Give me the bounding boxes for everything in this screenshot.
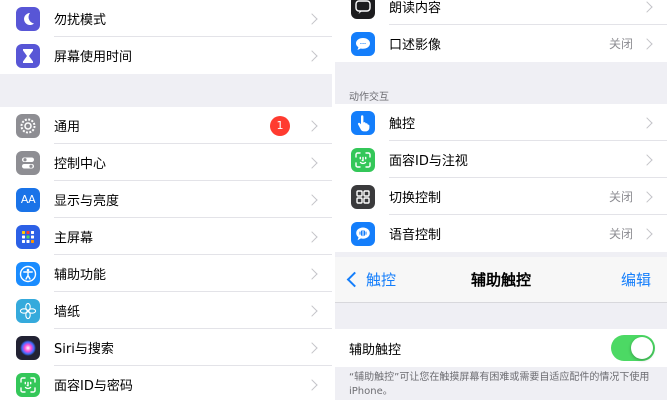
assistive-touch-toggle[interactable] (611, 335, 655, 361)
settings-row[interactable]: Siri与搜索 (0, 329, 332, 366)
assistive-touch-row: 辅助触控 (335, 329, 667, 367)
settings-row-value: 关闭 (608, 190, 633, 204)
face-id-icon (351, 147, 375, 172)
chevron-right-icon (641, 227, 653, 240)
settings-row-label: 辅助功能 (54, 268, 107, 283)
settings-row[interactable]: 面容ID与注视 (335, 141, 667, 178)
gear-icon (16, 113, 40, 138)
settings-row[interactable]: 屏幕使用时间 (0, 37, 332, 74)
flower-icon (16, 298, 40, 323)
settings-row[interactable]: 辅助功能 (0, 255, 332, 292)
chevron-right-icon (306, 119, 318, 132)
vision-group: 朗读内容 ··· 口述影像 关闭 (335, 0, 667, 62)
chevron-right-icon (306, 267, 318, 280)
accessibility-panel: 朗读内容 ··· 口述影像 关闭 动作交互 触控 面容ID与注视 切换控制 关闭 语音控制 关闭… (335, 0, 667, 400)
settings-group-1: 勿扰模式屏幕使用时间 (0, 0, 332, 74)
chevron-right-icon (641, 116, 653, 129)
chevron-right-icon (641, 37, 653, 50)
settings-row[interactable]: 面容ID与密码 (0, 366, 332, 400)
settings-row-label: 朗读内容 (389, 1, 442, 16)
settings-row-value: 关闭 (608, 37, 633, 51)
icon-glyph: AA (20, 193, 36, 206)
settings-row-label: 通用 (54, 120, 81, 135)
chevron-right-icon (306, 304, 318, 317)
settings-row[interactable]: 朗读内容 (335, 0, 667, 25)
settings-panel: 勿扰模式屏幕使用时间 通用 1 控制中心 AA 显示与亮度主屏幕辅助功能墙纸 Siri与搜… (0, 0, 332, 400)
settings-row-label: 屏幕使用时间 (54, 50, 133, 65)
chevron-right-icon (306, 12, 318, 25)
face-id-icon (16, 372, 40, 397)
chevron-right-icon (641, 0, 653, 13)
settings-row-label: 面容ID与密码 (54, 379, 133, 394)
back-label: 触控 (366, 271, 397, 289)
chevron-right-icon (641, 190, 653, 203)
settings-group-2: 通用 1 控制中心 AA 显示与亮度主屏幕辅助功能墙纸 Siri与搜索面容ID与密码 (0, 107, 332, 400)
text-size-icon: AA (16, 187, 40, 212)
nav-bar: 触控 辅助触控 编辑 (335, 257, 667, 303)
home-grid-icon (16, 224, 40, 249)
settings-row[interactable]: 墙纸 (0, 292, 332, 329)
settings-row[interactable]: 触控 (335, 104, 667, 141)
settings-row-label: 显示与亮度 (54, 194, 120, 209)
moon-icon (16, 6, 40, 31)
assistive-touch-footnote: “辅助触控”可让您在触摸屏幕有困难或需要自适应配件的情况下使用iPhone。 (349, 372, 650, 397)
settings-row-label: 主屏幕 (54, 231, 94, 246)
settings-row[interactable]: 控制中心 (0, 144, 332, 181)
settings-row-label: 控制中心 (54, 157, 107, 172)
chevron-right-icon (306, 193, 318, 206)
chevron-right-icon (306, 378, 318, 391)
chevron-right-icon (641, 153, 653, 166)
settings-row-value: 关闭 (608, 227, 633, 241)
speech-bubble-icon (351, 0, 375, 19)
voice-control-icon (351, 221, 375, 246)
settings-row[interactable]: ··· 口述影像 关闭 (335, 25, 667, 62)
settings-row-label: 触控 (389, 117, 416, 132)
settings-row-label: 勿扰模式 (54, 13, 107, 28)
settings-row-label: 语音控制 (389, 228, 442, 243)
accessibility-icon (16, 261, 40, 286)
chevron-right-icon (306, 156, 318, 169)
chevron-right-icon (306, 49, 318, 62)
settings-row[interactable]: 勿扰模式 (0, 0, 332, 37)
assistive-touch-group: 辅助触控 (335, 329, 667, 367)
toggles-icon (16, 150, 40, 175)
settings-row[interactable]: AA 显示与亮度 (0, 181, 332, 218)
chevron-left-icon (346, 271, 363, 288)
hourglass-icon (16, 43, 40, 68)
settings-row-label: 口述影像 (389, 38, 442, 53)
toggle-knob (631, 337, 653, 359)
settings-row[interactable]: 主屏幕 (0, 218, 332, 255)
siri-icon (16, 335, 40, 360)
settings-row-label: 切换控制 (389, 191, 442, 206)
hand-pointer-icon (351, 110, 375, 135)
switch-grid-icon (351, 184, 375, 209)
assistive-touch-label: 辅助触控 (349, 342, 402, 358)
back-button[interactable]: 触控 (343, 269, 396, 290)
audio-description-icon: ··· (351, 31, 375, 56)
chevron-right-icon (306, 341, 318, 354)
notification-badge: 1 (270, 115, 290, 136)
settings-row[interactable]: 切换控制 关闭 (335, 178, 667, 215)
section-header-interaction: 动作交互 (349, 92, 389, 103)
settings-row-label: Siri与搜索 (54, 342, 114, 357)
settings-row-label: 墙纸 (54, 305, 81, 320)
settings-row-label: 面容ID与注视 (389, 154, 468, 169)
settings-row[interactable]: 语音控制 关闭 (335, 215, 667, 252)
svg-text:···: ··· (360, 41, 366, 47)
settings-row[interactable]: 通用 1 (0, 107, 332, 144)
edit-button[interactable]: 编辑 (621, 269, 651, 290)
chevron-right-icon (306, 230, 318, 243)
interaction-group: 触控 面容ID与注视 切换控制 关闭 语音控制 关闭 (335, 104, 667, 252)
